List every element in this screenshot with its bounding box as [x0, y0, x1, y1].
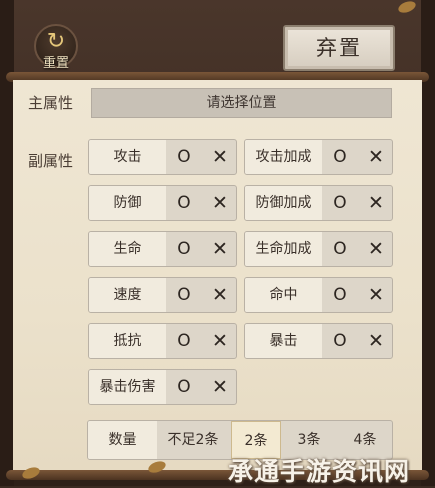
include-circle-icon[interactable]: O: [322, 186, 358, 220]
exclude-x-icon[interactable]: ✕: [358, 232, 392, 266]
sub-attr-name: 攻击: [89, 140, 166, 174]
sub-attr-crit-damage: 暴击伤害 O ✕: [88, 369, 237, 405]
main-attribute-select[interactable]: 请选择位置: [91, 88, 392, 118]
sub-attr-name: 防御加成: [245, 186, 322, 220]
sub-attr-attack-bonus: 攻击加成 O ✕: [244, 139, 393, 175]
include-circle-icon[interactable]: O: [322, 140, 358, 174]
sub-attr-name: 速度: [89, 278, 166, 312]
sub-attr-accuracy: 命中 O ✕: [244, 277, 393, 313]
watermark-text: 承通手游资讯网: [228, 457, 411, 486]
sub-attr-name: 抵抗: [89, 324, 166, 358]
include-circle-icon[interactable]: O: [166, 232, 202, 266]
include-circle-icon[interactable]: O: [166, 370, 202, 404]
sub-attr-name: 命中: [245, 278, 322, 312]
count-option-less-than-2[interactable]: 不足2条: [157, 421, 229, 459]
sub-attr-hp: 生命 O ✕: [88, 231, 237, 267]
include-circle-icon[interactable]: O: [166, 278, 202, 312]
sub-attr-name: 生命加成: [245, 232, 322, 266]
exclude-x-icon[interactable]: ✕: [202, 232, 236, 266]
sub-attr-resistance: 抵抗 O ✕: [88, 323, 237, 359]
include-circle-icon[interactable]: O: [322, 232, 358, 266]
discard-button[interactable]: 弃置: [283, 25, 395, 71]
exclude-x-icon[interactable]: ✕: [202, 278, 236, 312]
include-circle-icon[interactable]: O: [322, 278, 358, 312]
main-attribute-label: 主属性: [28, 94, 74, 112]
sub-attr-hp-bonus: 生命加成 O ✕: [244, 231, 393, 267]
reset-icon: ↻: [46, 29, 66, 54]
exclude-x-icon[interactable]: ✕: [358, 324, 392, 358]
exclude-x-icon[interactable]: ✕: [202, 370, 236, 404]
include-circle-icon[interactable]: O: [166, 324, 202, 358]
discard-label: 弃置: [316, 36, 362, 60]
include-circle-icon[interactable]: O: [322, 324, 358, 358]
exclude-x-icon[interactable]: ✕: [202, 140, 236, 174]
sub-attr-name: 生命: [89, 232, 166, 266]
main-attribute-placeholder: 请选择位置: [206, 95, 277, 111]
count-label: 数量: [88, 421, 157, 459]
exclude-x-icon[interactable]: ✕: [358, 186, 392, 220]
sub-attr-crit: 暴击 O ✕: [244, 323, 393, 359]
sub-attr-speed: 速度 O ✕: [88, 277, 237, 313]
reset-label: 重置: [42, 56, 69, 71]
sub-attr-name: 防御: [89, 186, 166, 220]
exclude-x-icon[interactable]: ✕: [358, 140, 392, 174]
sub-attr-name: 暴击: [245, 324, 322, 358]
sub-attribute-label: 副属性: [28, 152, 74, 170]
sub-attr-attack: 攻击 O ✕: [88, 139, 237, 175]
sub-attr-name: 攻击加成: [245, 140, 322, 174]
sub-attr-defense-bonus: 防御加成 O ✕: [244, 185, 393, 221]
exclude-x-icon[interactable]: ✕: [202, 186, 236, 220]
sub-attr-name: 暴击伤害: [89, 370, 166, 404]
exclude-x-icon[interactable]: ✕: [358, 278, 392, 312]
exclude-x-icon[interactable]: ✕: [202, 324, 236, 358]
sub-attr-defense: 防御 O ✕: [88, 185, 237, 221]
include-circle-icon[interactable]: O: [166, 186, 202, 220]
include-circle-icon[interactable]: O: [166, 140, 202, 174]
